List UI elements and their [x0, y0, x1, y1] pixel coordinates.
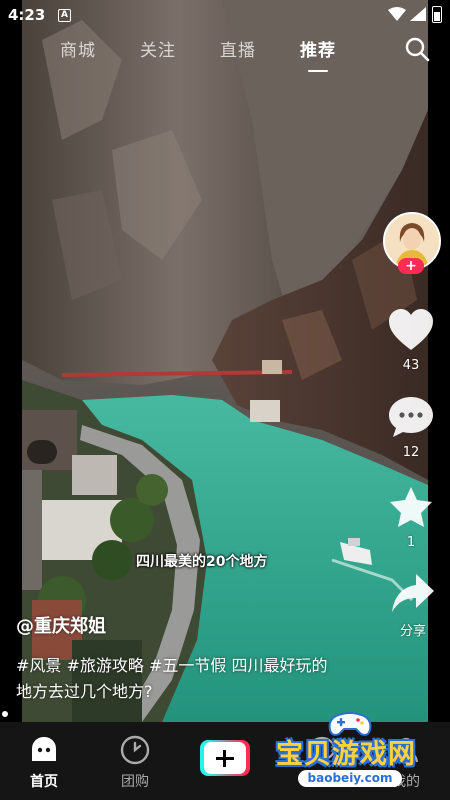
status-time: 4:23 [8, 6, 46, 24]
comment-button[interactable]: 12 [383, 395, 439, 460]
group-buy-icon [120, 735, 150, 765]
favorite-count: 1 [406, 535, 416, 550]
like-button[interactable]: 43 [383, 308, 439, 373]
like-count: 43 [402, 358, 420, 373]
status-bar: 4:23 A [0, 0, 450, 30]
star-icon [390, 487, 432, 527]
video-overlay-caption: 四川最美的20个地方 [136, 554, 268, 570]
progress-dot [2, 711, 8, 717]
comment-icon [389, 397, 433, 437]
tab-mall[interactable]: 商城 [60, 36, 96, 64]
watermark-title: 宝贝游戏网 [276, 739, 416, 770]
share-arrow-icon [392, 574, 434, 612]
create-plus-button[interactable] [200, 740, 250, 776]
wifi-icon [388, 7, 406, 21]
video-description[interactable]: #风景 #旅游攻略 #五一节假 四川最好玩的地方去过几个地方? [16, 653, 336, 705]
create-plus-icon [204, 742, 246, 774]
home-icon [32, 737, 56, 761]
tab-live[interactable]: 直播 [220, 36, 256, 64]
follow-button[interactable]: + [398, 258, 424, 274]
tab-recommended[interactable]: 推荐 [300, 36, 336, 72]
video-feed-screen[interactable]: 4:23 A 商城 关注 直播 推荐 + 43 12 1 分享 四川最美的20个… [0, 0, 450, 800]
heart-icon [389, 309, 433, 350]
author-handle[interactable]: @重庆郑姐 [16, 612, 106, 638]
nav-home[interactable]: 首页 [4, 722, 84, 800]
signal-icon [410, 7, 426, 21]
author-avatar-button[interactable]: + [383, 212, 441, 276]
share-label: 分享 [399, 624, 426, 639]
battery-icon [432, 6, 442, 23]
comment-count: 12 [402, 445, 420, 460]
top-tab-bar: 商城 关注 直播 推荐 [60, 36, 336, 72]
nav-group-buy-label: 团购 [121, 774, 149, 790]
nav-group-buy[interactable]: 团购 [95, 722, 175, 800]
notification-a-icon: A [58, 9, 71, 22]
site-watermark: 宝贝游戏网 baobeiy.com [272, 710, 432, 790]
share-button[interactable]: 分享 [385, 572, 441, 639]
favorite-button[interactable]: 1 [383, 485, 439, 550]
tab-following[interactable]: 关注 [140, 36, 176, 64]
nav-home-label: 首页 [30, 774, 58, 790]
watermark-url: baobeiy.com [298, 770, 402, 787]
search-icon[interactable] [404, 36, 430, 62]
